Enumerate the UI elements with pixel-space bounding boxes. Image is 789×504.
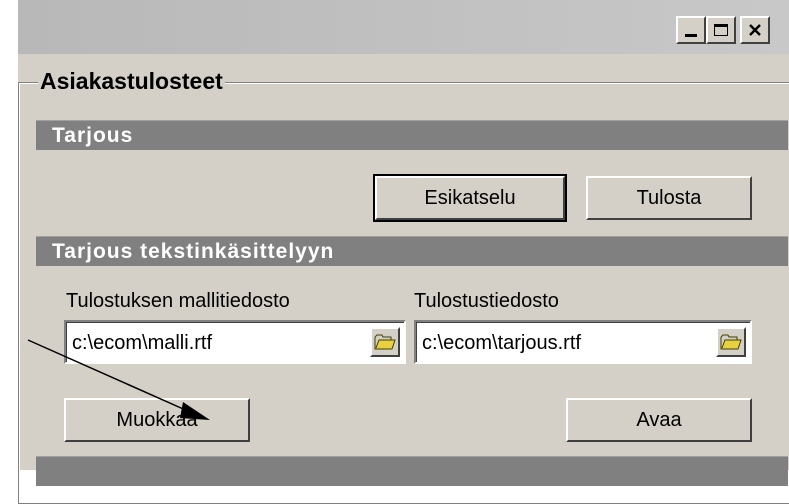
- section-header-next: [36, 456, 788, 486]
- title-bar: [18, 0, 789, 54]
- folder-open-icon: [374, 334, 396, 350]
- group-title: Asiakastulosteet: [38, 68, 225, 95]
- print-button[interactable]: Tulosta: [586, 176, 752, 220]
- open-button[interactable]: Avaa: [566, 398, 752, 442]
- template-browse-button[interactable]: [370, 327, 400, 357]
- minimize-button[interactable]: [676, 16, 706, 44]
- output-browse-button[interactable]: [716, 327, 746, 357]
- minimize-icon: [685, 33, 697, 37]
- output-file-input[interactable]: [422, 330, 704, 356]
- edit-button[interactable]: Muokkaa: [64, 398, 250, 442]
- preview-button[interactable]: Esikatselu: [373, 174, 567, 222]
- close-button[interactable]: [740, 16, 770, 44]
- section-header-tarjous: Tarjous: [36, 120, 788, 150]
- close-icon: [749, 24, 761, 36]
- section-header-word-processing: Tarjous tekstinkäsittelyyn: [36, 236, 788, 266]
- output-file-label: Tulostustiedosto: [414, 290, 559, 312]
- output-file-field[interactable]: [414, 320, 752, 364]
- folder-open-icon: [720, 334, 742, 350]
- template-file-label: Tulostuksen mallitiedosto: [66, 290, 290, 312]
- maximize-icon: [714, 24, 728, 36]
- template-file-input[interactable]: [72, 330, 358, 356]
- template-file-field[interactable]: [64, 320, 406, 364]
- maximize-button[interactable]: [706, 16, 736, 44]
